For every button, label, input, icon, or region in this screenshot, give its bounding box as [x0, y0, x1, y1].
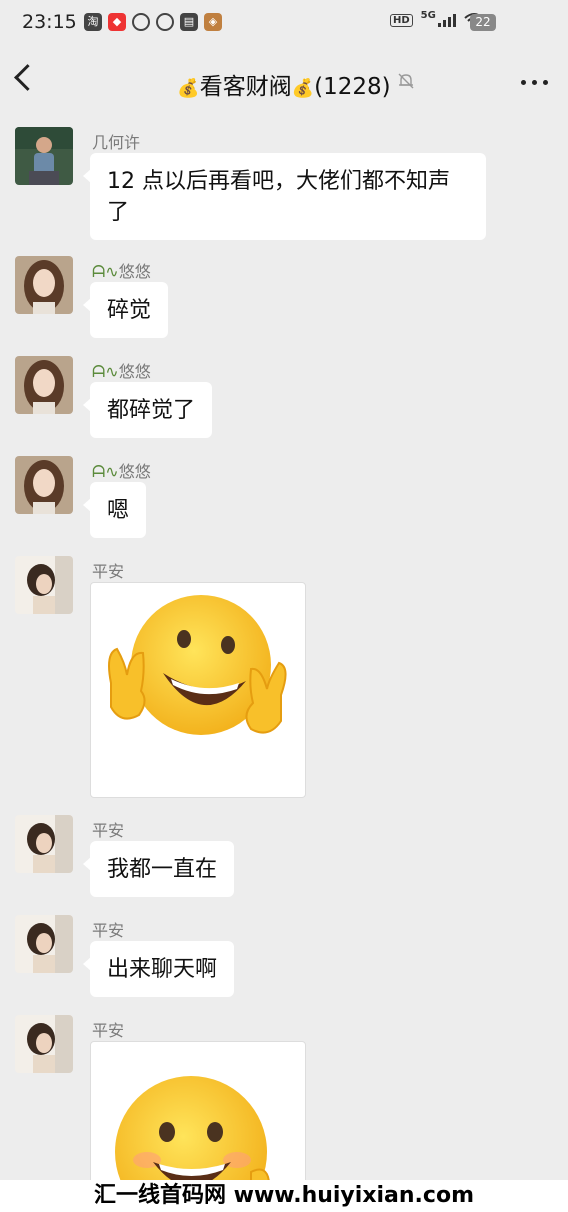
sender-name: 平安: [92, 921, 125, 940]
avatar[interactable]: [15, 1015, 73, 1073]
money-bag-icon-2: 💰: [291, 78, 315, 99]
member-count: (1228): [314, 74, 391, 100]
search-app-icon: [156, 13, 174, 31]
chat-title: 💰看客财阀💰(1228): [0, 67, 568, 101]
status-bar: 23:15 淘 ◆ ▤ ◈ HD 5G 22: [0, 0, 568, 44]
notification-icons: 淘 ◆ ▤ ◈: [84, 13, 222, 31]
avatar[interactable]: [15, 456, 73, 514]
sender-name: 平安: [92, 1021, 125, 1040]
battery-icon: 22: [470, 14, 496, 31]
avatar[interactable]: [15, 256, 73, 314]
avatar[interactable]: [15, 556, 73, 614]
smiley-victory-emoji-icon: [108, 595, 287, 735]
sender-name: 平安: [92, 821, 125, 840]
signal-icon: [437, 13, 456, 27]
avatar[interactable]: [15, 356, 73, 414]
chat-header: 💰看客财阀💰(1228): [0, 50, 568, 114]
notes-icon: ▤: [180, 13, 198, 31]
message-bubble[interactable]: 12 点以后再看吧，大佬们都不知声了: [83, 153, 486, 240]
message-item: 平安: [0, 556, 568, 800]
network-type: 5G: [420, 9, 436, 21]
message-bubble[interactable]: 我都一直在: [82, 841, 235, 897]
message-bubble[interactable]: 都碎觉了: [82, 382, 213, 438]
message-item: 平安: [0, 1015, 568, 1180]
game-icon: ◈: [204, 13, 222, 31]
message-bubble[interactable]: 出来聊天啊: [82, 941, 235, 997]
message-item: 平安 我都一直在: [0, 815, 568, 899]
group-name: 看客财阀: [199, 74, 292, 100]
sender-name: ᗩ∿悠悠: [92, 462, 151, 481]
sender-decoration: ᗩ∿: [92, 362, 119, 381]
avatar[interactable]: [15, 915, 73, 973]
message-item: ᗩ∿悠悠 都碎觉了: [0, 356, 568, 440]
sender-name: 几何许: [92, 133, 141, 152]
sender-decoration: ᗩ∿: [92, 462, 119, 481]
message-item: ᗩ∿悠悠 嗯: [0, 456, 568, 540]
smiley-emoji-icon: [115, 1076, 270, 1180]
taobao-icon: 淘: [84, 13, 102, 31]
hd-icon: HD: [390, 13, 413, 27]
message-bubble[interactable]: 嗯: [82, 482, 147, 538]
message-item: 平安 出来聊天啊: [0, 915, 568, 999]
avatar[interactable]: [15, 127, 73, 185]
sender-decoration: ᗩ∿: [92, 262, 119, 281]
jd-icon: ◆: [108, 13, 126, 31]
message-item: 几何许 12 点以后再看吧，大佬们都不知声了: [0, 127, 568, 240]
money-bag-icon: 💰: [177, 78, 200, 99]
sender-name: ᗩ∿悠悠: [92, 362, 151, 381]
sender-name: ᗩ∿悠悠: [92, 262, 151, 281]
avatar[interactable]: [15, 815, 73, 873]
watermark-banner: 汇一线首码网 www.huiyixian.com: [0, 1180, 568, 1212]
message-item: ᗩ∿悠悠 碎觉: [0, 256, 568, 340]
sticker-image[interactable]: [90, 582, 306, 798]
mute-bell-icon: [398, 73, 414, 89]
sender-name: 平安: [92, 562, 125, 581]
app-ring-icon: [132, 13, 150, 31]
message-bubble[interactable]: 碎觉: [82, 282, 169, 338]
sticker-image[interactable]: [90, 1041, 306, 1180]
more-options-icon[interactable]: [521, 80, 548, 85]
clock: 23:15: [22, 11, 77, 33]
